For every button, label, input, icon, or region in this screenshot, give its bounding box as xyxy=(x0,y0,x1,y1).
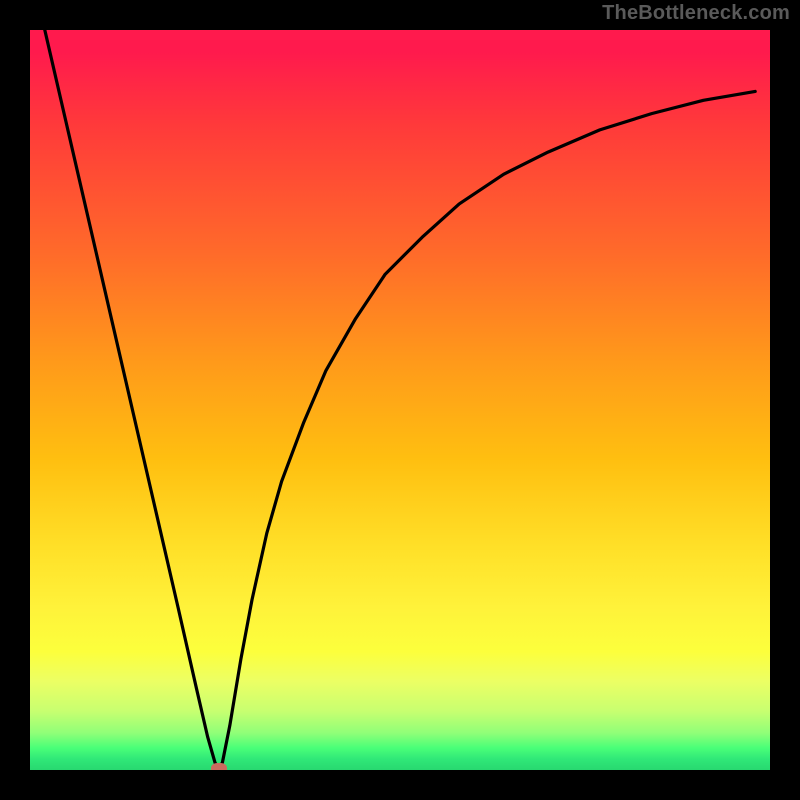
minimum-marker xyxy=(211,763,227,770)
watermark-text: TheBottleneck.com xyxy=(602,2,790,25)
curve-svg xyxy=(30,30,770,770)
chart-frame: TheBottleneck.com xyxy=(0,0,800,800)
plot-area xyxy=(30,30,770,770)
bottleneck-curve-path xyxy=(45,30,755,769)
